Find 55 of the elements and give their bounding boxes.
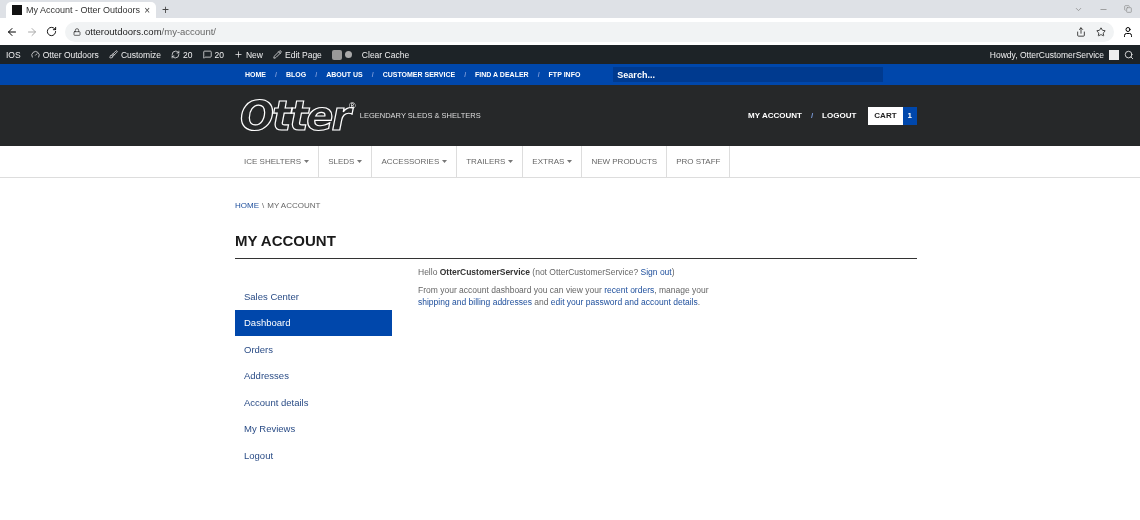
- reload-icon[interactable]: [46, 26, 57, 37]
- admin-bar-link[interactable]: Customize: [108, 49, 162, 60]
- intro-paragraph: From your account dashboard you can view your recent orders, manage your shipping and billing addresses and edit your password and account details.: [418, 284, 710, 308]
- search-field[interactable]: Search...: [613, 67, 884, 82]
- link-separator: /: [810, 111, 814, 120]
- site-favicon-icon: [12, 5, 22, 15]
- admin-bar-link[interactable]: Edit Page: [273, 49, 322, 60]
- sidebar-item[interactable]: Account details: [235, 389, 392, 416]
- menu-item[interactable]: ACCESSORIES: [372, 146, 458, 177]
- bookmark-star-icon[interactable]: [1096, 26, 1106, 37]
- breadcrumb-link[interactable]: HOME: [235, 201, 259, 210]
- header-link[interactable]: LOGOUT: [822, 111, 857, 120]
- avatar-icon: [1109, 49, 1119, 60]
- sidebar-item[interactable]: My Reviews: [235, 415, 392, 442]
- search-icon[interactable]: [1124, 49, 1134, 60]
- sidebar-item[interactable]: Logout: [235, 442, 392, 469]
- sidebar-item[interactable]: Dashboard: [235, 309, 392, 336]
- sidebar-item[interactable]: Addresses: [235, 362, 392, 389]
- profile-icon[interactable]: [1122, 25, 1134, 38]
- sync-icon: [171, 50, 181, 59]
- tab-close-button[interactable]: ×: [144, 4, 150, 16]
- browser-tab[interactable]: My Account - Otter Outdoors ×: [6, 2, 156, 18]
- menu-item[interactable]: TRAILERS: [457, 146, 524, 177]
- comment-icon: [202, 50, 212, 59]
- admin-bar-link[interactable]: 20: [171, 49, 193, 60]
- sidebar-item[interactable]: Sales Center: [235, 283, 392, 310]
- admin-bar-link[interactable]: 20: [202, 49, 224, 60]
- admin-bar-link[interactable]: Clear Cache: [361, 49, 410, 60]
- address-bar[interactable]: otteroutdoors.com/my-account/: [65, 21, 1114, 42]
- breadcrumb-current: MY ACCOUNT: [267, 201, 321, 210]
- gauge-icon: [30, 50, 40, 59]
- admin-bar-link[interactable]: New: [233, 49, 263, 60]
- account-greeting[interactable]: Howdy, OtterCustomerService: [989, 49, 1104, 60]
- text-link[interactable]: shipping and billing addresses: [418, 297, 532, 307]
- menu-item[interactable]: NEW PRODUCTS: [582, 146, 668, 177]
- menu-item[interactable]: EXTRAS: [523, 146, 583, 177]
- lock-icon: [73, 27, 81, 36]
- brush-icon: [108, 50, 118, 59]
- menu-item[interactable]: ICE SHELTERS: [235, 146, 320, 177]
- text-link[interactable]: Sign out: [640, 267, 672, 277]
- admin-bar-link[interactable]: IOS: [6, 49, 21, 60]
- text-link[interactable]: edit your password and account details: [550, 297, 698, 307]
- new-tab-button[interactable]: +: [162, 3, 169, 17]
- share-icon[interactable]: [1076, 26, 1086, 37]
- pencil-icon: [273, 50, 282, 59]
- plus-icon: [233, 50, 243, 59]
- greeting-text: Hello OtterCustomerService (not OtterCustomerService? Sign out): [418, 266, 676, 278]
- menu-item[interactable]: PRO STAFF: [667, 146, 731, 177]
- menu-item[interactable]: SLEDS: [319, 146, 373, 177]
- admin-bar-link[interactable]: Otter Outdoors: [30, 49, 99, 60]
- header-link[interactable]: MY ACCOUNT: [748, 111, 802, 120]
- back-icon[interactable]: [6, 25, 18, 38]
- cart-button[interactable]: CART: [868, 106, 903, 125]
- sidebar-item[interactable]: Orders: [235, 336, 392, 363]
- breadcrumb-separator: \: [262, 201, 265, 210]
